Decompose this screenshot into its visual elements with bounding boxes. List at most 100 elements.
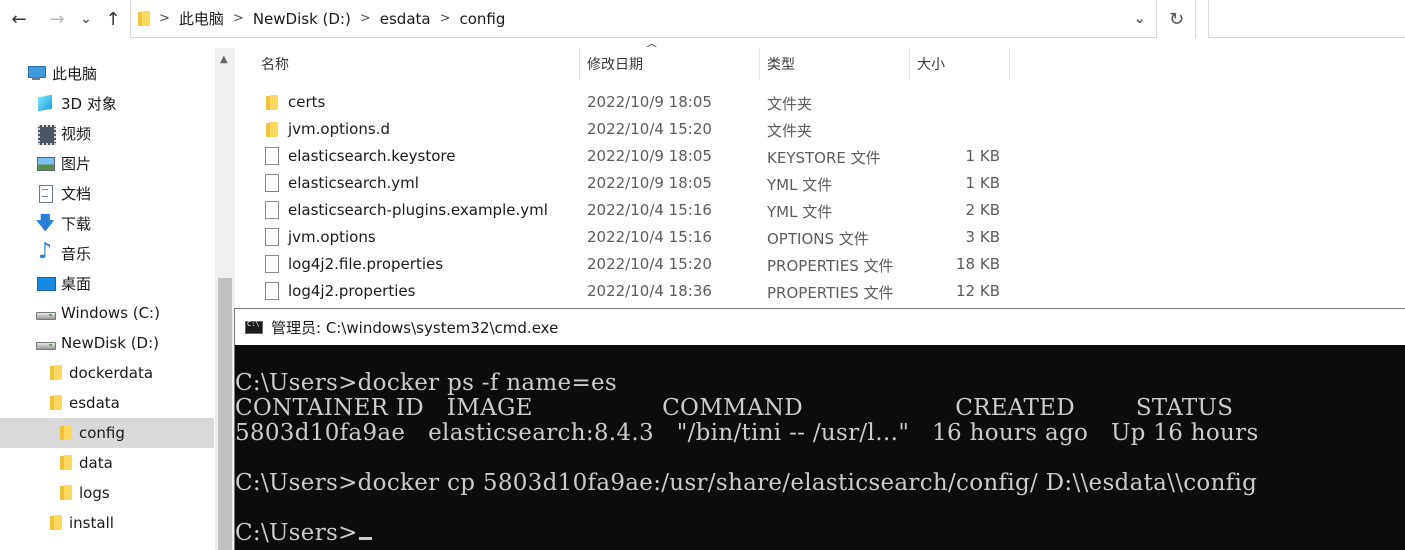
file-row[interactable]: elasticsearch.yml 2022/10/9 18:05 YML 文件…	[235, 170, 1405, 197]
sidebar-item-pictures[interactable]: 图片	[0, 148, 214, 178]
scrollbar-thumb[interactable]	[218, 278, 232, 550]
file-row[interactable]: jvm.options.d 2022/10/4 15:20 文件夹	[235, 116, 1405, 143]
sidebar-item-videos[interactable]: 视频	[0, 118, 214, 148]
sidebar-item-label: 音乐	[61, 244, 92, 263]
sidebar-item-logs[interactable]: logs	[0, 478, 214, 508]
recent-locations-button[interactable]: ⌄	[76, 6, 96, 32]
chevron-right-icon: >	[159, 11, 170, 26]
column-header-label: 类型	[767, 57, 795, 73]
console-prompt-line: C:\Users>	[235, 521, 372, 546]
file-name: log4j2.properties	[288, 282, 416, 300]
file-type: KEYSTORE 文件	[767, 149, 881, 167]
file-type: 文件夹	[767, 122, 813, 140]
column-header-label: 修改日期	[587, 57, 643, 73]
folder-icon	[50, 515, 62, 531]
sidebar-item-label: 下载	[61, 214, 92, 233]
folder-icon	[138, 10, 150, 27]
breadcrumb-this-pc[interactable]: 此电脑	[179, 8, 224, 29]
chevron-right-icon: >	[439, 11, 451, 26]
file-list: ^ 名称 修改日期 类型 大小 certs 2022/10/9 18:05 文件…	[235, 42, 1405, 308]
sidebar-item-label: 桌面	[61, 274, 92, 293]
sidebar-item-downloads[interactable]: 下载	[0, 208, 214, 241]
console-line: 5803d10fa9ae elasticsearch:8.4.3 "/bin/t…	[235, 420, 1259, 446]
file-type: PROPERTIES 文件	[767, 284, 894, 302]
breadcrumb-config[interactable]: config	[460, 10, 506, 28]
address-toolbar: ← → ⌄ ↑ > 此电脑 > NewDisk (D:) > esdata > …	[0, 0, 1405, 38]
address-bar[interactable]: > 此电脑 > NewDisk (D:) > esdata > config ⌄	[130, 0, 1157, 38]
console-prompt: C:\Users>	[235, 520, 358, 546]
sidebar-item-label: Windows (C:)	[61, 304, 160, 322]
refresh-icon: ↻	[1168, 8, 1185, 30]
sidebar-item-dockerdata[interactable]: dockerdata	[0, 358, 214, 388]
address-dropdown-icon[interactable]: ⌄	[1133, 9, 1146, 27]
column-header-label: 名称	[261, 57, 289, 73]
sidebar-item-esdata[interactable]: esdata	[0, 388, 214, 418]
file-date: 2022/10/4 15:20	[587, 120, 712, 138]
sidebar-item-drive-d[interactable]: NewDisk (D:)	[0, 328, 214, 358]
sidebar-item-label: 视频	[61, 124, 92, 143]
file-row[interactable]: log4j2.properties 2022/10/4 18:36 PROPER…	[235, 278, 1405, 305]
sidebar-item-label: esdata	[69, 394, 120, 412]
cmd-title-bar[interactable]: 管理员: C:\windows\system32\cmd.exe	[235, 309, 1405, 345]
breadcrumb-esdata[interactable]: esdata	[380, 10, 431, 28]
sidebar-item-drive-c[interactable]: Windows (C:)	[0, 298, 214, 328]
file-size: 3 KB	[965, 228, 1000, 246]
documents-icon	[36, 184, 54, 203]
file-size: 1 KB	[965, 174, 1000, 192]
file-row[interactable]: elasticsearch.keystore 2022/10/9 18:05 K…	[235, 143, 1405, 170]
file-date: 2022/10/9 18:05	[587, 147, 712, 165]
file-name: elasticsearch.yml	[288, 174, 419, 192]
file-size: 18 KB	[956, 255, 1000, 273]
folder-icon	[60, 455, 72, 471]
sidebar-item-data[interactable]: data	[0, 448, 214, 478]
column-header-type[interactable]: 类型	[760, 48, 910, 80]
search-input[interactable]	[1208, 0, 1405, 38]
sidebar-item-desktop[interactable]: 桌面	[0, 268, 214, 298]
video-icon	[36, 124, 56, 145]
drive-icon	[36, 304, 56, 322]
file-icon	[265, 147, 279, 165]
up-button[interactable]: ↑	[100, 6, 126, 32]
console-output[interactable]: C:\Users>docker ps -f name=es CONTAINER …	[235, 345, 1405, 550]
cmd-window-title: 管理员: C:\windows\system32\cmd.exe	[271, 318, 559, 337]
navigation-pane: 此电脑 3D 对象 视频 图片 文档 下载 音乐 桌面 Windows (C:)…	[0, 48, 214, 550]
sidebar-item-this-pc[interactable]: 此电脑	[0, 58, 214, 88]
column-header-name[interactable]: 名称	[235, 48, 580, 80]
scroll-up-icon[interactable]: ▲	[220, 54, 228, 65]
file-date: 2022/10/4 15:16	[587, 201, 712, 219]
breadcrumb-newdisk[interactable]: NewDisk (D:)	[253, 10, 351, 28]
sidebar-item-documents[interactable]: 文档	[0, 178, 214, 208]
file-row[interactable]: certs 2022/10/9 18:05 文件夹	[235, 89, 1405, 116]
console-line: C:\Users>docker ps -f name=es	[235, 370, 618, 396]
sidebar-item-label: config	[79, 424, 125, 442]
column-header-label: 大小	[917, 57, 945, 73]
sidebar-item-config[interactable]: config	[0, 418, 214, 448]
column-header-date[interactable]: 修改日期	[580, 48, 760, 80]
console-line: C:\Users>docker cp 5803d10fa9ae:/usr/sha…	[235, 470, 1258, 496]
sidebar-item-music[interactable]: 音乐	[0, 238, 214, 268]
file-row[interactable]: elasticsearch-plugins.example.yml 2022/1…	[235, 197, 1405, 224]
forward-button[interactable]: →	[44, 6, 70, 32]
up-arrow-icon: ↑	[105, 8, 121, 30]
file-type: YML 文件	[767, 176, 833, 194]
file-name: jvm.options	[288, 228, 376, 246]
file-row[interactable]: jvm.options 2022/10/4 15:16 OPTIONS 文件 3…	[235, 224, 1405, 251]
refresh-button[interactable]: ↻	[1158, 0, 1196, 38]
file-row[interactable]: log4j2.file.properties 2022/10/4 15:20 P…	[235, 251, 1405, 278]
back-button[interactable]: ←	[6, 6, 32, 32]
sidebar-item-label: NewDisk (D:)	[61, 334, 160, 352]
file-name: elasticsearch.keystore	[288, 147, 456, 165]
pictures-icon	[36, 154, 55, 172]
file-name: certs	[288, 93, 326, 111]
file-date: 2022/10/4 15:20	[587, 255, 712, 273]
folder-icon	[60, 485, 72, 501]
sidebar-item-install[interactable]: install	[0, 508, 214, 538]
sidebar-item-label: 图片	[61, 154, 92, 173]
sidebar-scrollbar[interactable]: ▲	[215, 48, 235, 550]
desktop-icon	[36, 274, 56, 292]
sidebar-item-3d-objects[interactable]: 3D 对象	[0, 88, 214, 118]
sidebar-item-label: 文档	[61, 184, 92, 203]
column-header-size[interactable]: 大小	[910, 48, 1010, 80]
downloads-icon	[36, 211, 55, 241]
file-name: elasticsearch-plugins.example.yml	[288, 201, 548, 219]
